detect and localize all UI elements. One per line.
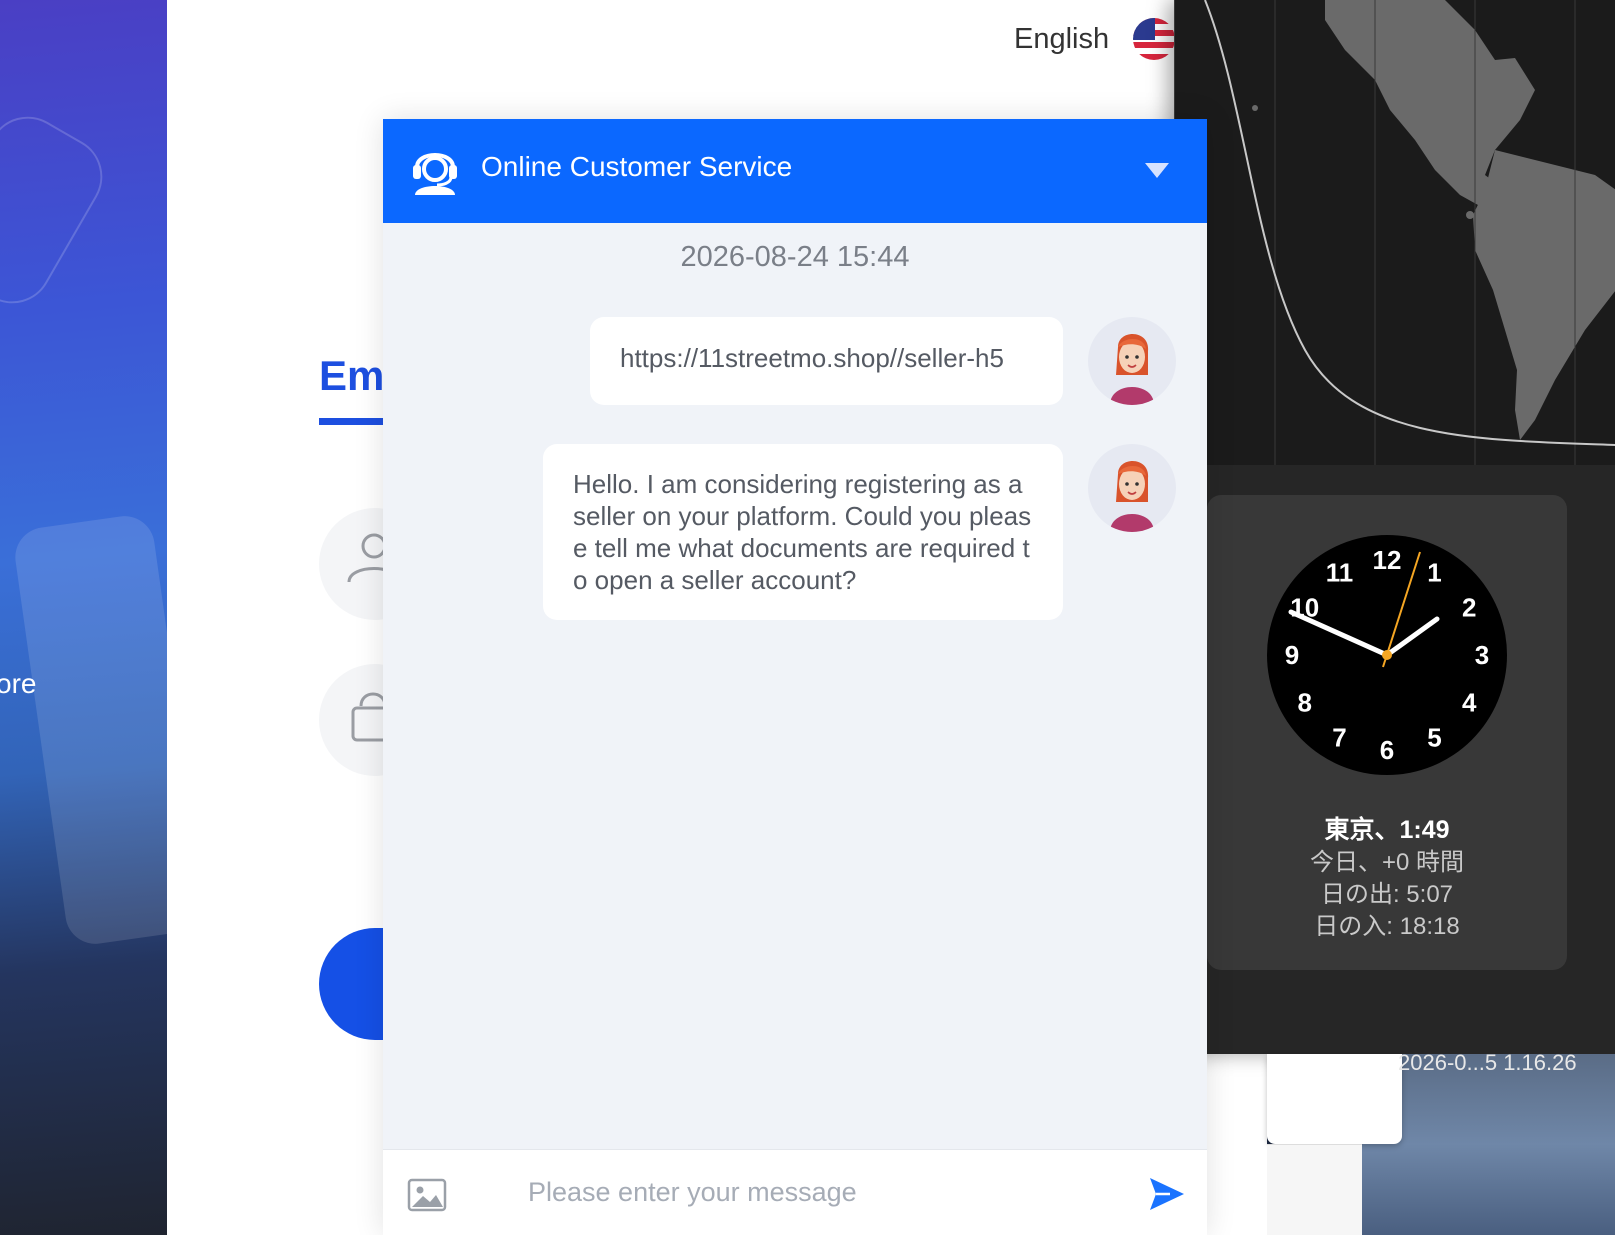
clock-city-time: 東京、1:49 [1324,816,1450,844]
clock-hour-number: 3 [1475,640,1489,670]
send-icon[interactable] [1148,1176,1186,1212]
clock-sunrise: 日の出: 5:07 [1320,881,1454,908]
message-input[interactable] [528,1168,1098,1216]
clock-hour-number: 5 [1427,722,1441,752]
language-label: English [1014,22,1110,55]
us-flag-icon [1133,18,1176,60]
analog-clock: 12 1234567891011 [1267,535,1507,775]
clock-hour-number: 2 [1462,593,1476,623]
message-bubble: https://11streetmo.shop//seller-h5 [590,317,1063,405]
clock-hour-number: 7 [1332,722,1346,752]
clock-hour-number: 12 [1373,545,1402,575]
world-clock-widget: 12 1 2 3 4 5 6 7 8 9 10 11 東京、1:49 今日、+0 時間 日の出: 5:… [1174,0,1615,1054]
chat-header: Online Customer Service [383,119,1207,223]
clock-offset: 今日、+0 時間 [1309,849,1465,876]
screenshot-label: 2026-0...5 1.16.26 [1398,1050,1577,1075]
world-map [1175,0,1615,465]
clock-hour-number: 11 [1326,558,1354,588]
clock-card: 12 1 2 3 4 5 6 7 8 9 10 11 東京、1:49 今日、+0 時間 日の出: 5:… [1207,495,1567,970]
stacked-window [1267,1054,1402,1144]
decorative-shape [0,102,117,318]
image-upload-icon[interactable] [407,1178,447,1212]
message-timestamp: 2026-08-24 15:44 [680,241,910,273]
clock-hour-number: 8 [1297,688,1311,718]
clock-hour-number: 1 [1427,558,1441,588]
decorative-shape [11,512,167,948]
language-selector[interactable]: English [1014,18,1176,60]
tab-email[interactable]: Em [319,352,384,400]
tab-underline [319,418,389,425]
hero-text-fragment: ore [0,668,37,699]
customer-service-chat: Online Customer Service 2026-08-24 15:44… [383,119,1207,1235]
clock-hour-number: 6 [1380,735,1394,765]
stacked-window [1267,1144,1362,1235]
user-avatar [1088,444,1176,532]
background-hero: ore [0,0,167,1235]
clock-hour-number: 9 [1285,640,1299,670]
clock-hour-number: 4 [1462,688,1477,718]
clock-sunset: 日の入: 18:18 [1314,913,1460,940]
chat-input-bar [383,1149,1207,1235]
chat-title: Online Customer Service [481,151,793,182]
message-bubble: Hello. I am considering registering as a… [543,444,1063,620]
user-avatar [1088,317,1176,405]
support-agent-icon [413,153,457,195]
chevron-down-icon[interactable] [1145,163,1169,178]
